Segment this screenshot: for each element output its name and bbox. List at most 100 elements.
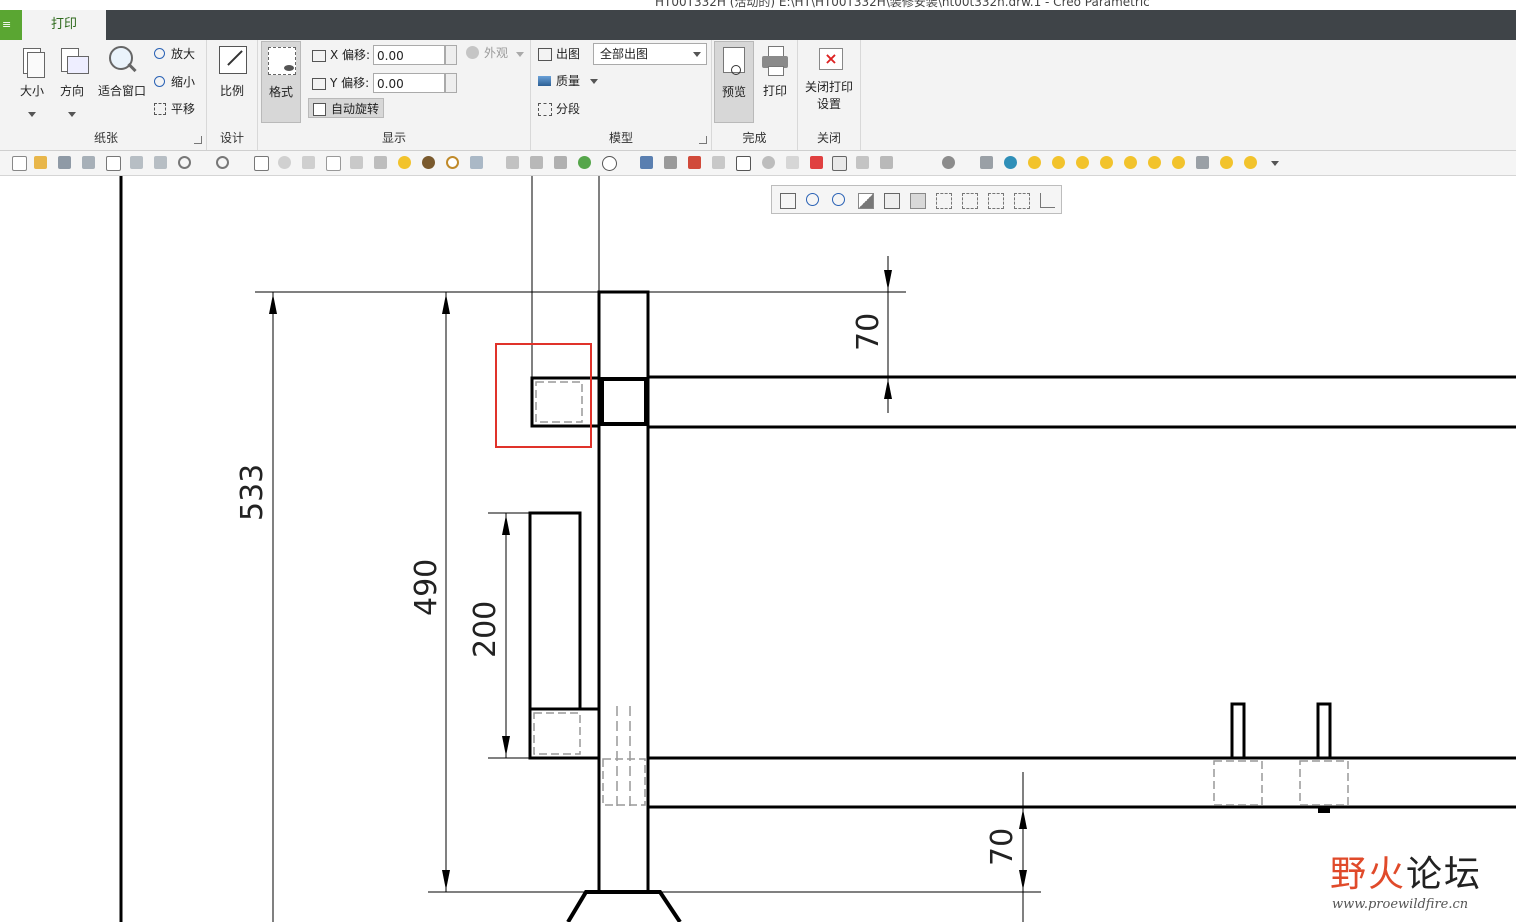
zoom-in-button[interactable]: 放大 bbox=[153, 44, 195, 64]
orientation-button[interactable]: 方向 bbox=[54, 44, 90, 117]
open-icon[interactable] bbox=[34, 156, 47, 169]
quality-button[interactable]: 质量 bbox=[538, 71, 580, 91]
settings-icon[interactable] bbox=[1196, 156, 1209, 169]
close-red-icon[interactable] bbox=[810, 156, 823, 169]
group-launcher-icon[interactable] bbox=[699, 136, 707, 144]
plane-display-icon[interactable] bbox=[936, 193, 952, 209]
copy-icon[interactable] bbox=[154, 156, 167, 169]
smiley-icon[interactable] bbox=[1028, 156, 1041, 169]
zoom-out-icon bbox=[153, 75, 167, 89]
pan-button[interactable]: 平移 bbox=[153, 99, 195, 119]
drawing-canvas[interactable]: 533 490 200 70 70 bbox=[0, 176, 1516, 922]
zoom-out-icon[interactable] bbox=[832, 193, 845, 206]
text-icon[interactable] bbox=[254, 156, 269, 171]
smiley-icon[interactable] bbox=[1076, 156, 1089, 169]
x-offset-input[interactable]: 0.00 bbox=[373, 45, 445, 65]
group-launcher-icon[interactable] bbox=[194, 136, 202, 144]
undo-icon[interactable] bbox=[178, 156, 191, 169]
output-button[interactable]: 出图 bbox=[538, 44, 580, 64]
smiley-icon[interactable] bbox=[1172, 156, 1185, 169]
csys-display-icon[interactable] bbox=[1014, 193, 1030, 209]
measure-icon[interactable] bbox=[762, 156, 775, 169]
save-copy-icon[interactable] bbox=[82, 156, 95, 169]
group-model: 出图 全部出图 质量 分段 模型 bbox=[531, 40, 712, 150]
cube-icon[interactable] bbox=[880, 156, 893, 169]
window-icon[interactable] bbox=[106, 156, 121, 171]
saved-views-icon[interactable] bbox=[910, 193, 926, 209]
paper-size-icon bbox=[17, 44, 47, 78]
watermark-logo: 野火论坛 bbox=[1330, 854, 1483, 895]
display-style-icon[interactable] bbox=[884, 193, 900, 209]
zoom-in-icon[interactable] bbox=[806, 193, 819, 206]
redo-icon[interactable] bbox=[216, 156, 229, 169]
pdf-icon[interactable] bbox=[688, 156, 701, 169]
edit-icon[interactable] bbox=[374, 156, 387, 169]
dimension-text-70-bottom: 70 bbox=[985, 828, 1020, 866]
bracket-box bbox=[530, 376, 601, 428]
rotate-icon[interactable] bbox=[856, 156, 869, 169]
scale-button[interactable]: 比例 bbox=[214, 44, 250, 99]
smiley-icon[interactable] bbox=[1124, 156, 1137, 169]
file-tab[interactable]: ≡ bbox=[0, 10, 22, 40]
cross-icon[interactable] bbox=[786, 156, 799, 169]
auto-rotate-button[interactable]: 自动旋转 bbox=[308, 98, 385, 118]
chevron-down-icon bbox=[693, 52, 701, 57]
regenerate-icon[interactable] bbox=[130, 156, 143, 169]
appearance-button[interactable]: 外观 bbox=[466, 43, 508, 63]
smiley-icon[interactable] bbox=[398, 156, 411, 169]
x-offset-spinner[interactable] bbox=[445, 45, 457, 65]
save-icon[interactable] bbox=[58, 156, 71, 169]
drawing-icon[interactable] bbox=[554, 156, 567, 169]
toolbar-overflow-icon[interactable] bbox=[1271, 161, 1279, 166]
export-icon[interactable] bbox=[640, 156, 653, 169]
dimension-arrow bbox=[502, 515, 510, 535]
fit-window-button[interactable]: 适合窗口 bbox=[94, 44, 150, 99]
hidden-outline bbox=[602, 758, 646, 806]
layer-icon[interactable] bbox=[302, 156, 315, 169]
smiley-icon[interactable] bbox=[1100, 156, 1113, 169]
annotation-display-icon[interactable] bbox=[1040, 193, 1055, 208]
new-icon[interactable] bbox=[12, 156, 27, 171]
window-title: HT00T332H (活动的) E:\HT\HT00T332H\装修安装\ht0… bbox=[655, 0, 1150, 9]
segment-button[interactable]: 分段 bbox=[538, 99, 580, 119]
repaint-icon[interactable] bbox=[858, 193, 874, 209]
grid-icon[interactable] bbox=[736, 156, 751, 171]
smiley-icon[interactable] bbox=[1052, 156, 1065, 169]
close-icon: × bbox=[814, 44, 844, 76]
sphere-small-icon[interactable] bbox=[942, 156, 955, 169]
view-icon[interactable] bbox=[470, 156, 483, 169]
preview-button[interactable]: 预览 bbox=[714, 41, 754, 123]
y-offset-input[interactable]: 0.00 bbox=[373, 73, 445, 93]
status-green-icon[interactable] bbox=[578, 156, 591, 169]
smiley-icon[interactable] bbox=[1244, 156, 1257, 169]
preview-icon bbox=[719, 45, 749, 77]
y-offset-spinner[interactable] bbox=[445, 73, 457, 93]
shade-icon[interactable] bbox=[278, 156, 291, 169]
gear-icon[interactable] bbox=[980, 156, 993, 169]
tool-icon[interactable] bbox=[422, 156, 435, 169]
size-button[interactable]: 大小 bbox=[14, 44, 50, 117]
close-print-settings-button[interactable]: × 关闭打印 设置 bbox=[800, 44, 858, 112]
assembly-icon[interactable] bbox=[530, 156, 543, 169]
table-icon[interactable] bbox=[326, 156, 341, 171]
target-icon[interactable] bbox=[446, 156, 459, 169]
print-button[interactable]: 打印 bbox=[757, 44, 793, 99]
zoom-out-button[interactable]: 缩小 bbox=[153, 72, 195, 92]
tab-print[interactable]: 打印 bbox=[22, 10, 106, 40]
refit-icon[interactable] bbox=[780, 193, 796, 209]
output-select[interactable]: 全部出图 bbox=[593, 43, 707, 65]
smiley-icon[interactable] bbox=[1220, 156, 1233, 169]
tree-icon[interactable] bbox=[350, 156, 363, 169]
smiley-icon[interactable] bbox=[1148, 156, 1161, 169]
axis-display-icon[interactable] bbox=[962, 193, 978, 209]
group-label: 显示 bbox=[381, 131, 406, 145]
hidden-outline bbox=[533, 712, 581, 755]
point-display-icon[interactable] bbox=[988, 193, 1004, 209]
format-button[interactable]: 格式 bbox=[261, 41, 301, 123]
page-icon[interactable] bbox=[712, 156, 725, 169]
number-icon[interactable] bbox=[602, 156, 617, 171]
globe-icon[interactable] bbox=[1004, 156, 1017, 169]
frame-icon[interactable] bbox=[832, 156, 847, 171]
print-small-icon[interactable] bbox=[664, 156, 677, 169]
model-icon[interactable] bbox=[506, 156, 519, 169]
